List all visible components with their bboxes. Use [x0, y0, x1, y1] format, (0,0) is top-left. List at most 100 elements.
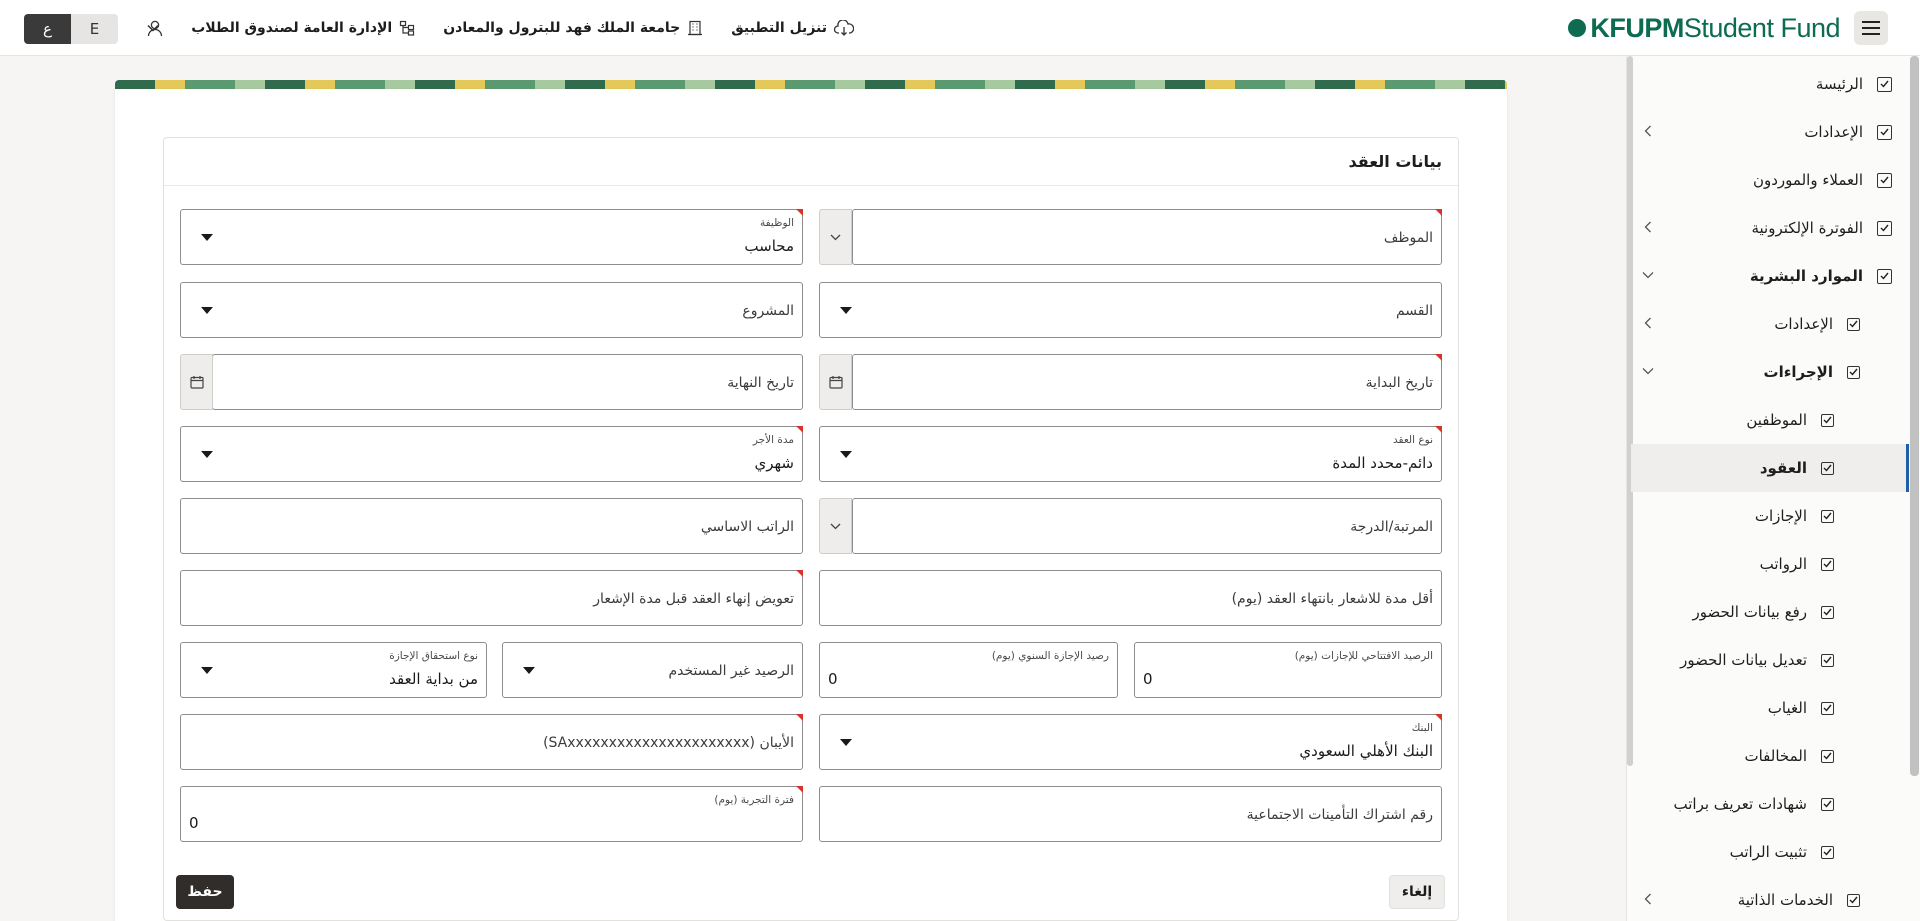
header-dropdown-button[interactable]: [143, 18, 163, 38]
caret-down-icon: [201, 307, 213, 314]
chevron-left-icon[interactable]: [1640, 891, 1656, 907]
sidebar-item[interactable]: الخدمات الذاتية: [1628, 876, 1906, 921]
chevron-down-icon: [830, 523, 841, 529]
unused-balance-select[interactable]: الرصيد غير المستخدم: [502, 642, 803, 698]
checkbox-icon: [1821, 797, 1834, 811]
grade-dropdown-button[interactable]: [819, 498, 852, 554]
caret-down-icon: [840, 307, 852, 314]
job-value: محاسب: [744, 237, 794, 255]
grade-field[interactable]: المرتبة/الدرجة: [852, 498, 1442, 554]
iban-field[interactable]: الأيبان (SAxxxxxxxxxxxxxxxxxxxxxx): [180, 714, 803, 770]
sidebar-item[interactable]: تعديل بيانات الحضور: [1628, 636, 1906, 684]
sidebar-item[interactable]: الغياب: [1628, 684, 1906, 732]
checkbox-icon: [1821, 413, 1834, 427]
sidebar-item[interactable]: شهادات تعريف براتب: [1628, 780, 1906, 828]
cancel-button[interactable]: إلغاء: [1389, 875, 1445, 909]
sidebar-item-label: العقود: [1759, 459, 1807, 477]
sidebar-item-label: الغياب: [1767, 699, 1807, 717]
bank-select[interactable]: البنك البنك الأهلي السعودي: [819, 714, 1442, 770]
wage-period-label: مدة الأجر: [752, 434, 794, 446]
chevron-down-icon[interactable]: [1640, 363, 1656, 379]
opening-leave-balance-field[interactable]: الرصيد الافتتاحي للإجازات (يوم) 0: [1134, 642, 1442, 698]
basic-salary-label: الراتب الاساسي: [700, 519, 794, 535]
checkbox-icon: [1847, 893, 1860, 907]
sidebar-item[interactable]: الموارد البشرية: [1628, 252, 1906, 300]
unused-balance-label: الرصيد غير المستخدم: [668, 663, 794, 679]
termination-compensation-field[interactable]: تعويض إنهاء العقد قبل مدة الإشعار: [180, 570, 803, 626]
app-logo[interactable]: KFUPM Student Fund: [1568, 12, 1841, 43]
employee-dropdown-button[interactable]: [819, 209, 852, 265]
sidebar-item-label: تعديل بيانات الحضور: [1680, 651, 1807, 669]
department-select[interactable]: القسم: [819, 282, 1442, 338]
project-select[interactable]: المشروع: [180, 282, 803, 338]
wage-period-value: شهري: [754, 454, 795, 472]
sidebar-item-label: الإعدادات: [1774, 315, 1833, 333]
download-app-link[interactable]: تنزيل التطبيق: [731, 20, 854, 36]
start-date-field[interactable]: تاريخ البداية: [852, 354, 1442, 410]
checkbox-icon: [1821, 557, 1834, 571]
sidebar-item[interactable]: الإجراءات: [1628, 348, 1906, 396]
cloud-download-icon: [834, 20, 854, 36]
form-title: بيانات العقد: [164, 138, 1458, 186]
opening-leave-balance-value: 0: [1143, 670, 1153, 688]
administration-link[interactable]: الإدارة العامة لصندوق الطلاب: [191, 20, 415, 36]
department-label: القسم: [1395, 303, 1433, 319]
chevron-left-icon[interactable]: [1640, 315, 1656, 331]
sidebar-item[interactable]: العملاء والموردون: [1628, 156, 1906, 204]
sidebar-item[interactable]: تثبيت الراتب: [1628, 828, 1906, 876]
start-date-label: تاريخ البداية: [1365, 375, 1433, 391]
sidebar-item[interactable]: العقود: [1631, 444, 1909, 492]
sidebar-item[interactable]: الموظفين: [1628, 396, 1906, 444]
contract-type-select[interactable]: نوع العقد دائم-محدد المدة: [819, 426, 1442, 482]
sidebar-item[interactable]: الإجازات: [1628, 492, 1906, 540]
basic-salary-field[interactable]: الراتب الاساسي: [180, 498, 803, 554]
caret-down-icon: [840, 739, 852, 746]
sidebar-item-label: الإعدادات: [1804, 123, 1863, 141]
university-link[interactable]: جامعة الملك فهد للبترول والمعادن: [443, 20, 703, 36]
annual-leave-balance-field[interactable]: رصيد الإجازة السنوي (يوم) 0: [819, 642, 1118, 698]
lang-arabic-button[interactable]: ع: [24, 14, 71, 44]
employee-field[interactable]: الموظف: [852, 209, 1442, 265]
sidebar-item-label: العملاء والموردون: [1752, 171, 1863, 189]
lang-english-button[interactable]: E: [71, 14, 118, 44]
sidebar-item-label: الخدمات الذاتية: [1737, 891, 1833, 909]
chevron-down-icon[interactable]: [1640, 267, 1656, 283]
caret-down-icon: [523, 667, 535, 674]
probation-period-field[interactable]: فترة التجربة (يوم) 0: [180, 786, 803, 842]
end-date-picker-button[interactable]: [180, 354, 213, 410]
leave-entitlement-select[interactable]: نوع استحقاق الإجازة من بداية العقد: [180, 642, 487, 698]
job-select[interactable]: الوظيفة محاسب: [180, 209, 803, 265]
sidebar-item[interactable]: الإعدادات: [1628, 300, 1906, 348]
menu-toggle-button[interactable]: [1854, 11, 1888, 45]
checkbox-icon: [1821, 749, 1834, 763]
contract-type-label: نوع العقد: [1393, 434, 1433, 446]
min-notice-field[interactable]: أقل مدة للاشعار بانتهاء العقد (يوم): [819, 570, 1442, 626]
checkbox-icon: [1821, 509, 1834, 523]
sidebar-item[interactable]: الرواتب: [1628, 540, 1906, 588]
administration-label: الإدارة العامة لصندوق الطلاب: [191, 20, 393, 36]
chevron-left-icon[interactable]: [1640, 123, 1656, 139]
wage-period-select[interactable]: مدة الأجر شهري: [180, 426, 803, 482]
end-date-field[interactable]: تاريخ النهاية: [212, 354, 803, 410]
sidebar-item[interactable]: المخالفات: [1628, 732, 1906, 780]
sidebar-item[interactable]: رفع بيانات الحضور: [1628, 588, 1906, 636]
sidebar-item[interactable]: الرئيسة: [1628, 60, 1906, 108]
checkbox-icon: [1877, 76, 1892, 92]
sidebar-item[interactable]: الإعدادات: [1628, 108, 1906, 156]
job-label: الوظيفة: [759, 217, 794, 229]
sidebar-item-label: الإجازات: [1754, 507, 1807, 525]
chevron-left-icon[interactable]: [1640, 219, 1656, 235]
save-button[interactable]: حفظ: [176, 875, 234, 909]
checkbox-icon: [1877, 124, 1892, 140]
decorative-banner: [115, 80, 1507, 89]
checkbox-icon: [1821, 701, 1834, 715]
sidebar-item[interactable]: الفوترة الإلكترونية: [1628, 204, 1906, 252]
gosi-number-field[interactable]: رقم اشتراك التأمينات الاجتماعية: [819, 786, 1442, 842]
logo-brand: KFUPM: [1590, 12, 1684, 43]
bank-value: البنك الأهلي السعودي: [1299, 742, 1433, 760]
building-icon: [688, 20, 703, 36]
page-scrollbar[interactable]: [1910, 56, 1919, 776]
caret-down-icon: [840, 451, 852, 458]
start-date-picker-button[interactable]: [819, 354, 852, 410]
sidebar-item-label: الموارد البشرية: [1749, 267, 1863, 285]
